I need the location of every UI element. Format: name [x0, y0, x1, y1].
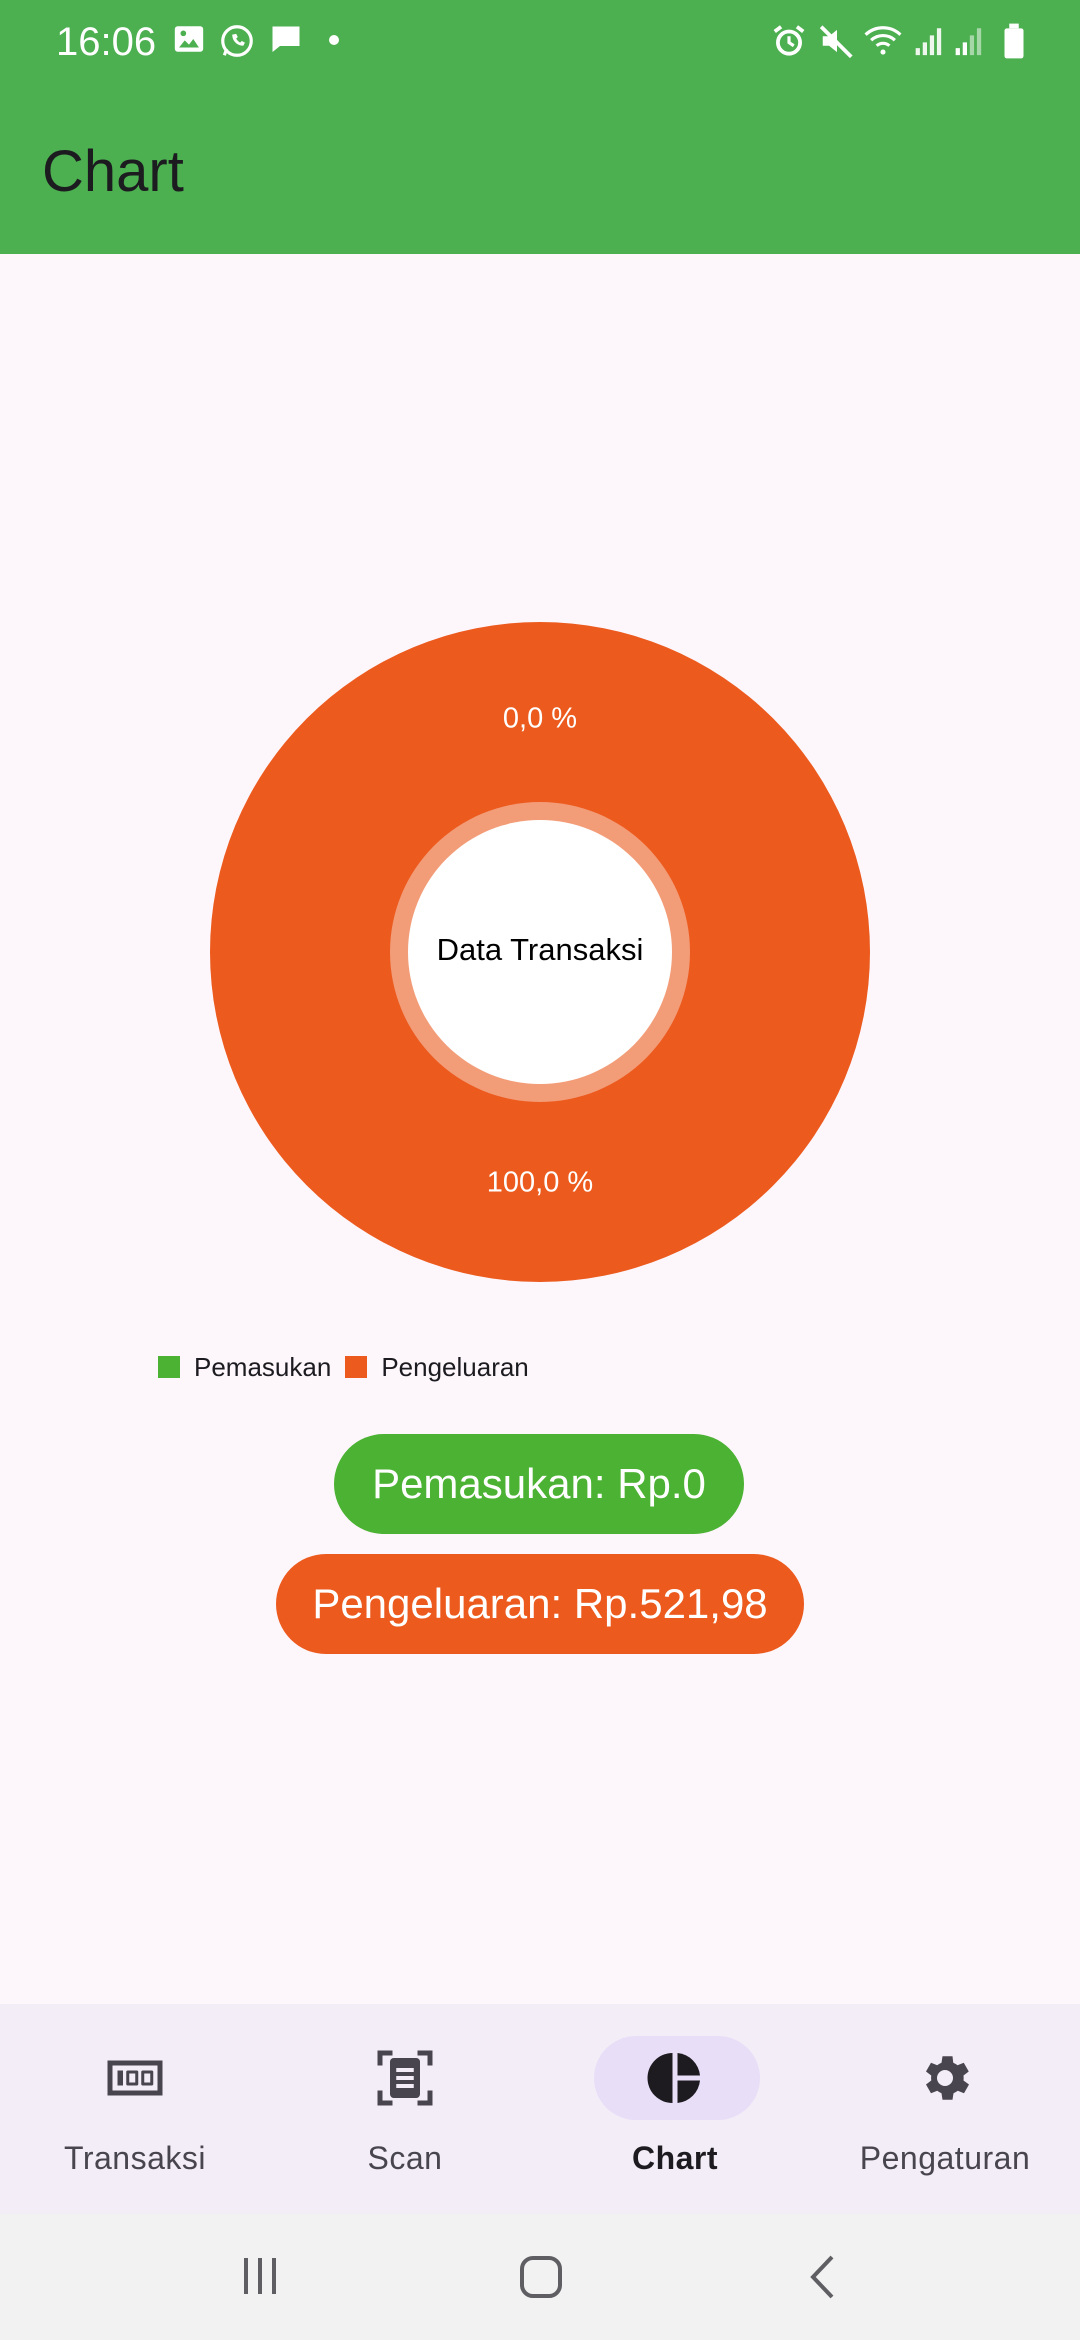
whatsapp-icon [221, 25, 253, 57]
signal-icon [915, 28, 942, 56]
scan-document-icon [377, 2050, 433, 2106]
battery-icon [1004, 23, 1024, 59]
alarm-icon [773, 25, 805, 56]
money-icon [107, 2060, 163, 2096]
status-time: 16:06 [56, 20, 157, 64]
message-icon [272, 26, 300, 52]
home-icon[interactable] [518, 2254, 564, 2300]
dot-icon [329, 35, 339, 45]
nav-label-scan: Scan [367, 2140, 443, 2176]
signal-icon [955, 28, 982, 56]
pie-chart-svg: Data Transaksi 0,0 % 100,0 % [210, 622, 870, 1282]
pie-value-label-pemasukan: 0,0 % [503, 703, 577, 735]
legend-swatch-pengeluaran [345, 1356, 368, 1378]
chart-legend: Pemasukan Pengeluaran [158, 1352, 543, 1382]
system-navigation-bar [0, 2214, 1080, 2340]
income-total-button[interactable]: Pemasukan: Rp.0 [334, 1434, 744, 1534]
legend-label-pemasukan: Pemasukan [194, 1351, 332, 1382]
nav-item-pengaturan[interactable]: Pengaturan [810, 2004, 1080, 2214]
app-bar: Chart [0, 84, 1080, 254]
nav-item-transaksi[interactable]: Transaksi [0, 2004, 270, 2214]
mute-icon [819, 25, 853, 59]
wifi-icon [864, 26, 902, 55]
status-bar: 16:06 [0, 0, 1080, 84]
bottom-navigation: Transaksi Scan Chart Pengaturan [0, 2004, 1080, 2214]
recents-icon[interactable] [238, 2254, 282, 2298]
nav-item-scan[interactable]: Scan [270, 2004, 540, 2214]
pie-chart[interactable]: Data Transaksi 0,0 % 100,0 % [200, 612, 880, 1292]
expense-total-button[interactable]: Pengeluaran: Rp.521,98 [276, 1554, 804, 1654]
nav-label-chart: Chart [631, 2140, 719, 2176]
nav-item-chart[interactable]: Chart [540, 2004, 810, 2214]
pie-chart-icon [647, 2053, 700, 2103]
legend-item-pengeluaran: Pengeluaran [345, 1351, 529, 1383]
legend-item-pemasukan: Pemasukan [158, 1352, 331, 1383]
legend-swatch-pemasukan [158, 1356, 180, 1378]
nav-label-pengaturan: Pengaturan [859, 2140, 1031, 2176]
nav-label-transaksi: Transaksi [63, 2140, 206, 2176]
chart-center-label: Data Transaksi [437, 932, 644, 967]
back-icon[interactable] [806, 2254, 840, 2300]
pie-value-label-pengeluaran: 100,0 % [487, 1167, 593, 1199]
gallery-icon [174, 26, 204, 52]
page-title: Chart [42, 139, 184, 204]
legend-label-pengeluaran: Pengeluaran [381, 1351, 529, 1382]
gear-icon [926, 2056, 969, 2100]
